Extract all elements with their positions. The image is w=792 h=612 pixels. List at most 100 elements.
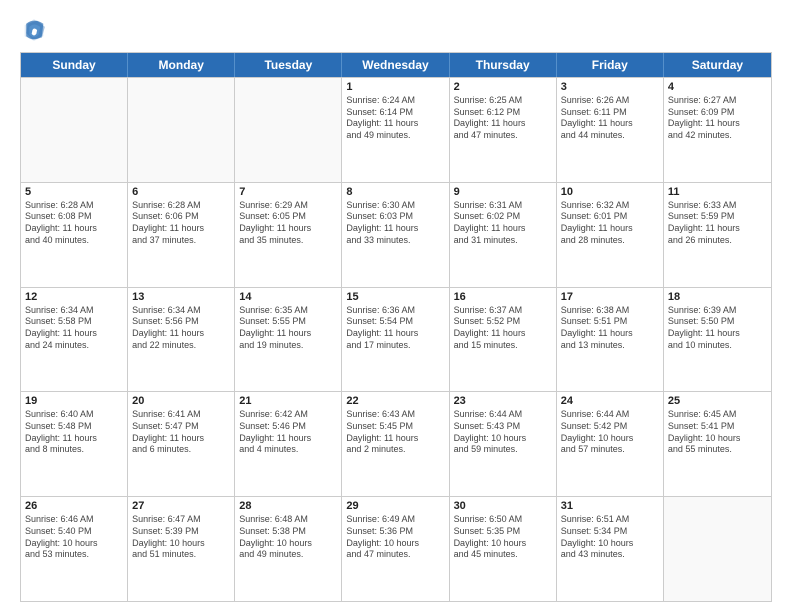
- day-info: Sunrise: 6:46 AM Sunset: 5:40 PM Dayligh…: [25, 514, 123, 561]
- calendar-week: 5 Sunrise: 6:28 AM Sunset: 6:08 PM Daylig…: [21, 182, 771, 287]
- day-number: 3: [561, 81, 659, 93]
- calendar-header-cell: Wednesday: [342, 53, 449, 77]
- day-number: 11: [668, 186, 767, 198]
- day-info: Sunrise: 6:28 AM Sunset: 6:06 PM Dayligh…: [132, 200, 230, 247]
- day-number: 23: [454, 395, 552, 407]
- calendar-body: 1 Sunrise: 6:24 AM Sunset: 6:14 PM Daylig…: [21, 77, 771, 601]
- day-number: 25: [668, 395, 767, 407]
- calendar-cell: [21, 78, 128, 182]
- day-number: 30: [454, 500, 552, 512]
- day-info: Sunrise: 6:44 AM Sunset: 5:42 PM Dayligh…: [561, 409, 659, 456]
- calendar-cell: 17 Sunrise: 6:38 AM Sunset: 5:51 PM Dayli…: [557, 288, 664, 392]
- calendar-cell: 13Sunrise: 6:34 AM Sunset: 5:56 PM Dayli…: [128, 288, 235, 392]
- calendar-cell: 16Sunrise: 6:37 AM Sunset: 5:52 PM Dayli…: [450, 288, 557, 392]
- day-info: Sunrise: 6:34 AM Sunset: 5:56 PM Dayligh…: [132, 305, 230, 352]
- calendar-cell: 19 Sunrise: 6:40 AM Sunset: 5:48 PM Dayli…: [21, 392, 128, 496]
- day-info: Sunrise: 6:30 AM Sunset: 6:03 PM Dayligh…: [346, 200, 444, 247]
- day-info: Sunrise: 6:33 AM Sunset: 5:59 PM Dayligh…: [668, 200, 767, 247]
- day-number: 17: [561, 291, 659, 303]
- day-number: 18: [668, 291, 767, 303]
- day-number: 20: [132, 395, 230, 407]
- day-number: 6: [132, 186, 230, 198]
- calendar-cell: [664, 497, 771, 601]
- calendar-cell: 2 Sunrise: 6:25 AM Sunset: 6:12 PM Daylig…: [450, 78, 557, 182]
- logo: [20, 16, 52, 44]
- calendar-cell: 15 Sunrise: 6:36 AM Sunset: 5:54 PM Dayli…: [342, 288, 449, 392]
- day-info: Sunrise: 6:41 AM Sunset: 5:47 PM Dayligh…: [132, 409, 230, 456]
- day-number: 14: [239, 291, 337, 303]
- day-info: Sunrise: 6:35 AM Sunset: 5:55 PM Dayligh…: [239, 305, 337, 352]
- calendar-cell: [128, 78, 235, 182]
- day-number: 19: [25, 395, 123, 407]
- day-info: Sunrise: 6:49 AM Sunset: 5:36 PM Dayligh…: [346, 514, 444, 561]
- logo-icon: [20, 16, 48, 44]
- calendar-header-cell: Monday: [128, 53, 235, 77]
- day-number: 5: [25, 186, 123, 198]
- header: [20, 16, 772, 44]
- day-info: Sunrise: 6:44 AM Sunset: 5:43 PM Dayligh…: [454, 409, 552, 456]
- calendar-header-cell: Thursday: [450, 53, 557, 77]
- calendar-header-cell: Tuesday: [235, 53, 342, 77]
- day-number: 27: [132, 500, 230, 512]
- day-info: Sunrise: 6:38 AM Sunset: 5:51 PM Dayligh…: [561, 305, 659, 352]
- calendar-cell: 14 Sunrise: 6:35 AM Sunset: 5:55 PM Dayli…: [235, 288, 342, 392]
- day-number: 10: [561, 186, 659, 198]
- calendar-cell: 1 Sunrise: 6:24 AM Sunset: 6:14 PM Daylig…: [342, 78, 449, 182]
- calendar-cell: 3 Sunrise: 6:26 AM Sunset: 6:11 PM Daylig…: [557, 78, 664, 182]
- day-info: Sunrise: 6:29 AM Sunset: 6:05 PM Dayligh…: [239, 200, 337, 247]
- day-number: 15: [346, 291, 444, 303]
- calendar-cell: 20 Sunrise: 6:41 AM Sunset: 5:47 PM Dayli…: [128, 392, 235, 496]
- day-number: 9: [454, 186, 552, 198]
- day-info: Sunrise: 6:50 AM Sunset: 5:35 PM Dayligh…: [454, 514, 552, 561]
- calendar-cell: 10 Sunrise: 6:32 AM Sunset: 6:01 PM Dayli…: [557, 183, 664, 287]
- day-info: Sunrise: 6:42 AM Sunset: 5:46 PM Dayligh…: [239, 409, 337, 456]
- calendar-cell: [235, 78, 342, 182]
- calendar-cell: 26 Sunrise: 6:46 AM Sunset: 5:40 PM Dayli…: [21, 497, 128, 601]
- calendar-week: 19 Sunrise: 6:40 AM Sunset: 5:48 PM Dayli…: [21, 391, 771, 496]
- day-info: Sunrise: 6:39 AM Sunset: 5:50 PM Dayligh…: [668, 305, 767, 352]
- day-info: Sunrise: 6:40 AM Sunset: 5:48 PM Dayligh…: [25, 409, 123, 456]
- calendar-cell: 22Sunrise: 6:43 AM Sunset: 5:45 PM Dayli…: [342, 392, 449, 496]
- calendar-cell: 25 Sunrise: 6:45 AM Sunset: 5:41 PM Dayli…: [664, 392, 771, 496]
- day-info: Sunrise: 6:24 AM Sunset: 6:14 PM Dayligh…: [346, 95, 444, 142]
- day-info: Sunrise: 6:45 AM Sunset: 5:41 PM Dayligh…: [668, 409, 767, 456]
- calendar-cell: 12Sunrise: 6:34 AM Sunset: 5:58 PM Dayli…: [21, 288, 128, 392]
- day-number: 24: [561, 395, 659, 407]
- day-number: 8: [346, 186, 444, 198]
- calendar-header-row: SundayMondayTuesdayWednesdayThursdayFrid…: [21, 53, 771, 77]
- day-number: 7: [239, 186, 337, 198]
- day-info: Sunrise: 6:28 AM Sunset: 6:08 PM Dayligh…: [25, 200, 123, 247]
- calendar-week: 12Sunrise: 6:34 AM Sunset: 5:58 PM Dayli…: [21, 287, 771, 392]
- day-number: 29: [346, 500, 444, 512]
- day-number: 2: [454, 81, 552, 93]
- calendar: SundayMondayTuesdayWednesdayThursdayFrid…: [20, 52, 772, 602]
- calendar-cell: 4Sunrise: 6:27 AM Sunset: 6:09 PM Daylig…: [664, 78, 771, 182]
- calendar-cell: 28 Sunrise: 6:48 AM Sunset: 5:38 PM Dayli…: [235, 497, 342, 601]
- day-info: Sunrise: 6:43 AM Sunset: 5:45 PM Dayligh…: [346, 409, 444, 456]
- day-number: 12: [25, 291, 123, 303]
- day-number: 1: [346, 81, 444, 93]
- day-info: Sunrise: 6:32 AM Sunset: 6:01 PM Dayligh…: [561, 200, 659, 247]
- day-number: 16: [454, 291, 552, 303]
- day-info: Sunrise: 6:36 AM Sunset: 5:54 PM Dayligh…: [346, 305, 444, 352]
- calendar-cell: 24 Sunrise: 6:44 AM Sunset: 5:42 PM Dayli…: [557, 392, 664, 496]
- calendar-cell: 18 Sunrise: 6:39 AM Sunset: 5:50 PM Dayli…: [664, 288, 771, 392]
- calendar-cell: 21Sunrise: 6:42 AM Sunset: 5:46 PM Dayli…: [235, 392, 342, 496]
- calendar-cell: 7 Sunrise: 6:29 AM Sunset: 6:05 PM Daylig…: [235, 183, 342, 287]
- calendar-cell: 27 Sunrise: 6:47 AM Sunset: 5:39 PM Dayli…: [128, 497, 235, 601]
- calendar-cell: 11 Sunrise: 6:33 AM Sunset: 5:59 PM Dayli…: [664, 183, 771, 287]
- page: SundayMondayTuesdayWednesdayThursdayFrid…: [0, 0, 792, 612]
- day-number: 26: [25, 500, 123, 512]
- day-number: 28: [239, 500, 337, 512]
- day-info: Sunrise: 6:47 AM Sunset: 5:39 PM Dayligh…: [132, 514, 230, 561]
- day-number: 31: [561, 500, 659, 512]
- calendar-cell: 9Sunrise: 6:31 AM Sunset: 6:02 PM Daylig…: [450, 183, 557, 287]
- calendar-cell: 5 Sunrise: 6:28 AM Sunset: 6:08 PM Daylig…: [21, 183, 128, 287]
- day-info: Sunrise: 6:48 AM Sunset: 5:38 PM Dayligh…: [239, 514, 337, 561]
- day-info: Sunrise: 6:25 AM Sunset: 6:12 PM Dayligh…: [454, 95, 552, 142]
- calendar-header-cell: Friday: [557, 53, 664, 77]
- calendar-cell: 30 Sunrise: 6:50 AM Sunset: 5:35 PM Dayli…: [450, 497, 557, 601]
- calendar-header-cell: Sunday: [21, 53, 128, 77]
- day-info: Sunrise: 6:26 AM Sunset: 6:11 PM Dayligh…: [561, 95, 659, 142]
- calendar-cell: 23 Sunrise: 6:44 AM Sunset: 5:43 PM Dayli…: [450, 392, 557, 496]
